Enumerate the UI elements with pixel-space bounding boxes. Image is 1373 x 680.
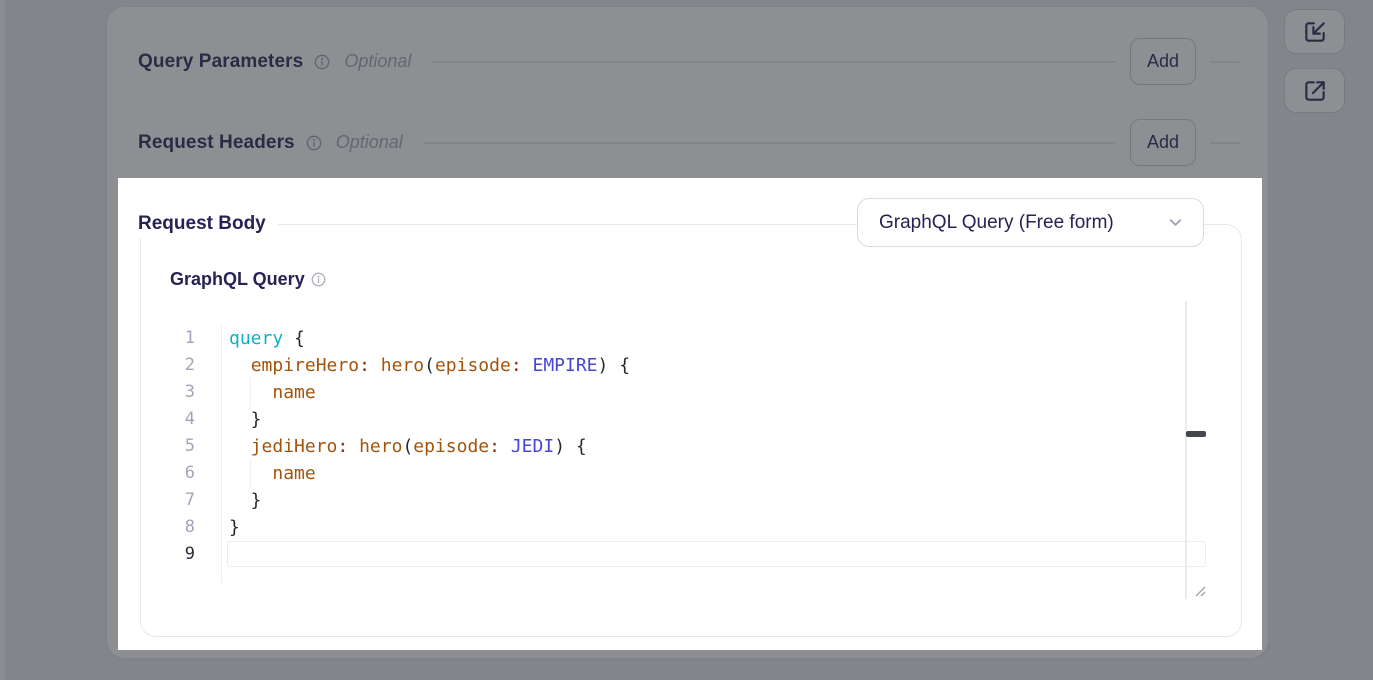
- code-line: }: [229, 514, 1207, 541]
- resize-grip-icon[interactable]: [1192, 583, 1208, 599]
- request-form-card: Query Parameters Optional Add Request He…: [107, 7, 1268, 658]
- info-icon[interactable]: [314, 54, 330, 70]
- request-headers-row: Request Headers Optional Add: [138, 119, 1240, 166]
- code-line: name: [229, 460, 1207, 487]
- code-line: name: [229, 379, 1207, 406]
- code-line: empireHero: hero(episode: EMPIRE) {: [229, 352, 1207, 379]
- query-parameters-row: Query Parameters Optional Add: [138, 38, 1240, 85]
- line-number: 6: [141, 460, 221, 487]
- line-number: 3: [141, 379, 221, 406]
- divider: [431, 61, 1116, 63]
- add-query-parameter-button[interactable]: Add: [1130, 38, 1196, 85]
- line-number: 7: [141, 487, 221, 514]
- code-line: query {: [229, 325, 1207, 352]
- chevron-down-icon: [1166, 213, 1185, 232]
- editor-right-border: [1185, 301, 1187, 599]
- code-line: }: [229, 406, 1207, 433]
- line-number: 1: [141, 325, 221, 352]
- line-number: 2: [141, 352, 221, 379]
- info-icon[interactable]: [306, 135, 322, 151]
- request-headers-label: Request Headers: [138, 132, 295, 154]
- line-number: 9: [141, 541, 221, 568]
- divider: [1210, 61, 1240, 63]
- divider: [423, 142, 1116, 144]
- info-icon[interactable]: [311, 272, 326, 287]
- open-external-button[interactable]: [1284, 68, 1345, 113]
- graphql-query-label: GraphQL Query: [170, 269, 305, 290]
- request-body-section: Request Body GraphQL Query (Free form) G…: [140, 224, 1242, 637]
- optional-hint: Optional: [336, 132, 403, 153]
- request-body-label: Request Body: [138, 210, 278, 238]
- graphql-query-label-row: GraphQL Query: [170, 269, 326, 290]
- graphql-editor[interactable]: query { empireHero: hero(episode: EMPIRE…: [229, 325, 1207, 568]
- code-line: [229, 541, 1207, 568]
- optional-hint: Optional: [344, 51, 411, 72]
- body-type-select[interactable]: GraphQL Query (Free form): [857, 198, 1204, 247]
- add-request-header-button[interactable]: Add: [1130, 119, 1196, 166]
- editor-gutter: 123456789: [141, 325, 222, 583]
- line-number: 5: [141, 433, 221, 460]
- code-line: jediHero: hero(episode: JEDI) {: [229, 433, 1207, 460]
- query-parameters-label: Query Parameters: [138, 51, 303, 73]
- line-number: 8: [141, 514, 221, 541]
- line-number: 4: [141, 406, 221, 433]
- arrow-into-square-icon: [1302, 19, 1328, 45]
- body-type-selected-value: GraphQL Query (Free form): [879, 212, 1114, 234]
- scrollbar-thumb[interactable]: [1186, 431, 1206, 437]
- divider: [1210, 142, 1240, 144]
- page-scrollbar-track: [0, 0, 5, 680]
- external-link-icon: [1302, 78, 1328, 104]
- collapse-editor-button[interactable]: [1284, 9, 1345, 54]
- code-line: }: [229, 487, 1207, 514]
